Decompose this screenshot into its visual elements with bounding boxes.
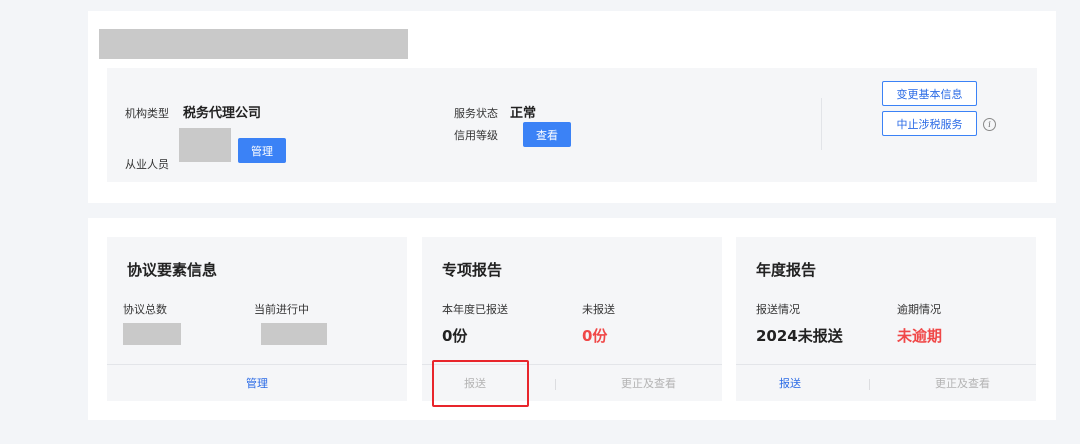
annual-report-title: 年度报告: [756, 261, 817, 279]
service-status-label: 服务状态: [454, 107, 498, 120]
credit-label: 信用等级: [454, 129, 498, 142]
change-info-button[interactable]: 变更基本信息: [882, 81, 977, 106]
org-info-panel: 机构类型 税务代理公司 从业人员 管理 服务状态 正常 信用等级 查看 变更基本…: [107, 68, 1037, 182]
agreement-total-label: 协议总数: [123, 303, 167, 316]
special-submitted-label: 本年度已报送: [442, 303, 508, 316]
redacted-staff-count: [179, 128, 231, 162]
staff-manage-button[interactable]: 管理: [238, 138, 286, 163]
special-submitted-value: 0份: [442, 327, 468, 345]
special-report-title: 专项报告: [442, 261, 503, 279]
org-info-card: 机构类型 税务代理公司 从业人员 管理 服务状态 正常 信用等级 查看 变更基本…: [88, 11, 1056, 203]
redacted-org-name: [99, 29, 408, 59]
special-link-divider: [555, 379, 556, 390]
annual-report-panel: 年度报告 报送情况 逾期情况 2024未报送 未逾期 报送 更正及查看: [736, 237, 1036, 401]
panel-divider: [821, 98, 822, 150]
highlight-annotation-box: [432, 360, 529, 407]
staff-label: 从业人员: [125, 158, 169, 171]
special-unsubmitted-value: 0份: [582, 327, 608, 345]
annual-link-divider: [869, 379, 870, 390]
redacted-agreement-ongoing: [261, 323, 327, 345]
special-unsubmitted-label: 未报送: [582, 303, 615, 316]
agreement-ongoing-label: 当前进行中: [254, 303, 309, 316]
credit-view-button[interactable]: 查看: [523, 122, 571, 147]
annual-overdue-label: 逾期情况: [897, 303, 941, 316]
redacted-agreement-total: [123, 323, 181, 345]
org-type-label: 机构类型: [125, 107, 169, 120]
agreement-panel: 协议要素信息 协议总数 当前进行中 管理: [107, 237, 407, 401]
annual-correct-link[interactable]: 更正及查看: [935, 375, 990, 391]
agreement-title: 协议要素信息: [127, 261, 218, 279]
special-correct-link[interactable]: 更正及查看: [621, 375, 676, 391]
org-type-value: 税务代理公司: [183, 106, 262, 121]
report-summary-card: 协议要素信息 协议总数 当前进行中 管理 专项报告 本年度已报送 未报送 0份 …: [88, 218, 1056, 420]
info-icon[interactable]: i: [983, 118, 996, 131]
agreement-manage-link[interactable]: 管理: [246, 375, 268, 391]
annual-report-separator: [736, 364, 1036, 365]
suspend-service-button[interactable]: 中止涉税服务: [882, 111, 977, 136]
service-status-value: 正常: [510, 106, 537, 121]
annual-status-label: 报送情况: [756, 303, 800, 316]
annual-submit-link[interactable]: 报送: [779, 375, 801, 391]
special-report-panel: 专项报告 本年度已报送 未报送 0份 0份 报送 更正及查看: [422, 237, 722, 407]
annual-overdue-value: 未逾期: [897, 327, 943, 345]
annual-status-value: 2024未报送: [756, 327, 843, 345]
agreement-separator: [107, 364, 407, 365]
